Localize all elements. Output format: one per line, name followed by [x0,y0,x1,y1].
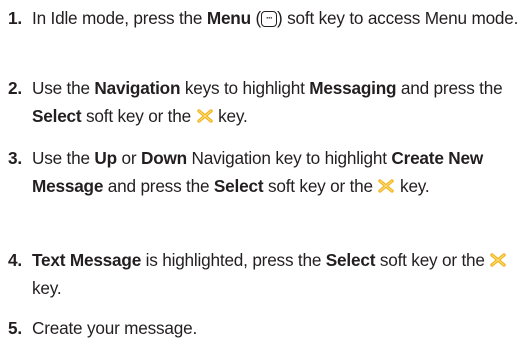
menu-name: Text Message [32,250,142,270]
select-key-icon [196,109,214,123]
step-text: Use the Navigation keys to highlight Mes… [32,78,503,126]
step-number: 1. [8,8,22,28]
step-number: 2. [8,78,22,98]
select-key-icon [377,179,395,193]
key-name: Down [140,148,187,168]
step-text: In Idle mode, press the Menu () soft key… [32,4,525,32]
step-number: 4. [8,250,22,270]
instruction-steps: 1. In Idle mode, press the Menu () soft … [0,0,530,346]
menu-name: Messaging [309,78,397,98]
step-1: 1. In Idle mode, press the Menu () soft … [0,4,525,32]
step-3: 3. Use the Up or Down Navigation key to … [0,144,525,200]
step-2: 2. Use the Navigation keys to highlight … [0,74,525,130]
key-name: Up [94,148,117,168]
step-number: 5. [8,318,22,338]
key-name: Navigation [94,78,181,98]
step-5: 5. Create your message. [0,314,525,342]
key-name: Select [325,250,376,270]
menu-soft-key-icon [261,11,278,27]
step-text: Use the Up or Down Navigation key to hig… [32,148,483,196]
select-key-icon [489,253,507,267]
key-name: Select [32,106,82,126]
key-name: Select [213,176,264,196]
step-number: 3. [8,148,22,168]
step-text: Create your message. [32,318,198,338]
step-4: 4. Text Message is highlighted, press th… [0,246,525,302]
step-text: Text Message is highlighted, press the S… [32,246,525,302]
key-name: Menu [206,8,251,28]
